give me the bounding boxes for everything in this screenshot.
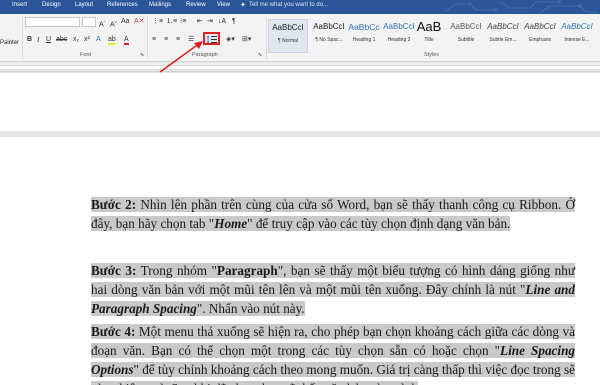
tab-references[interactable]: References: [107, 2, 138, 8]
increase-indent-icon[interactable]: ⇥: [207, 18, 213, 26]
bullets-icon[interactable]: ⋮≡: [152, 18, 163, 26]
font-color-icon[interactable]: A: [124, 36, 129, 45]
font-dialog-launcher-icon[interactable]: ⬊: [140, 52, 144, 58]
shading-icon[interactable]: ◈▾: [226, 36, 235, 44]
grow-font-icon[interactable]: A^: [99, 18, 106, 29]
line-spacing-icon: [206, 35, 217, 44]
style-normal[interactable]: AaBbCcI ¶ Normal: [268, 19, 308, 53]
font-group-label: Font: [80, 52, 92, 58]
group-divider: [22, 17, 23, 59]
style-subtle-emphasis[interactable]: AaBbCcI Subtle Em...: [483, 19, 523, 53]
font-name-combo[interactable]: [25, 17, 80, 27]
paragraph-step-4: Bước 4: Một menu thả xuống sẽ hiện ra, c…: [91, 322, 576, 385]
justify-icon[interactable]: ☰: [188, 36, 194, 44]
step-label: Bước 3:: [91, 263, 137, 278]
home-ribbon: Painter A^ Av Aa A✕ B I U abc x₂ x² A ab…: [0, 14, 600, 62]
document-page-2[interactable]: Bước 2: Nhìn lên phần trên cùng của cửa …: [0, 137, 600, 385]
subscript-icon[interactable]: x₂: [73, 36, 79, 44]
paragraph-step-3: Bước 3: Trong nhóm "Paragraph", bạn sẽ t…: [91, 263, 575, 316]
decrease-indent-icon[interactable]: ⇤: [197, 18, 203, 26]
align-center-icon[interactable]: ≡: [164, 36, 168, 44]
tab-design[interactable]: Design: [42, 2, 61, 8]
horizontal-ruler[interactable]: [0, 63, 600, 78]
tab-layout[interactable]: Layout: [75, 2, 93, 8]
clear-formatting-icon[interactable]: A✕: [134, 18, 145, 26]
show-hide-marks-icon[interactable]: ¶: [232, 18, 236, 26]
superscript-icon[interactable]: x²: [84, 36, 90, 44]
change-case-icon[interactable]: Aa: [121, 18, 130, 26]
ruler-track: [0, 65, 600, 78]
style-subtitle[interactable]: AaBbCcI Subtitle: [446, 19, 486, 53]
styles-group-label: Styles: [424, 52, 439, 58]
circuit-pattern-decoration: [444, 0, 598, 14]
align-left-icon[interactable]: ≡: [152, 36, 156, 44]
format-painter-button[interactable]: Painter: [0, 40, 19, 46]
style-intense-emphasis[interactable]: AaBbCcI Intense E...: [557, 19, 597, 53]
step-label: Bước 2:: [91, 197, 137, 212]
numbering-icon[interactable]: ⒈≡: [166, 18, 177, 26]
tab-mailings[interactable]: Mailings: [149, 2, 171, 8]
paragraph-dialog-launcher-icon[interactable]: ⬊: [258, 52, 262, 58]
align-right-icon[interactable]: ≡: [176, 36, 180, 44]
italic-icon[interactable]: I: [37, 36, 39, 44]
style-title[interactable]: AaB Title: [412, 19, 446, 53]
bold-icon[interactable]: B: [27, 36, 32, 44]
borders-icon[interactable]: ⊞▾: [242, 36, 251, 44]
shrink-font-icon[interactable]: Av: [110, 18, 117, 29]
tab-review[interactable]: Review: [186, 2, 206, 8]
sort-icon[interactable]: ↓A: [218, 18, 226, 26]
group-divider: [266, 17, 267, 59]
style-emphasis[interactable]: AaBbCcI Emphasis: [520, 19, 560, 53]
strikethrough-icon[interactable]: abc: [56, 36, 67, 44]
step-label: Bước 4:: [91, 324, 136, 339]
tab-view[interactable]: View: [217, 2, 230, 8]
document-page-1[interactable]: [0, 73, 600, 131]
paragraph-group-label: Paragraph: [192, 52, 218, 58]
multilevel-list-icon[interactable]: ⁝≡: [180, 18, 186, 26]
ribbon-tab-bar: Insert Design Layout References Mailings…: [0, 0, 600, 14]
paragraph-step-2: Bước 2: Nhìn lên phần trên cùng của cửa …: [91, 197, 575, 231]
text-effects-icon[interactable]: A: [96, 36, 101, 44]
style-heading-1[interactable]: AaBbCc Heading 1: [344, 19, 384, 53]
lightbulb-icon: ✦: [240, 2, 246, 9]
font-size-combo[interactable]: [82, 17, 96, 27]
highlight-color-icon[interactable]: ab: [108, 36, 116, 45]
tell-me-box[interactable]: Tell me what you want to do...: [249, 2, 328, 8]
underline-icon[interactable]: U: [46, 36, 51, 44]
tab-insert[interactable]: Insert: [12, 2, 27, 8]
line-and-paragraph-spacing-button[interactable]: [203, 32, 220, 45]
group-divider: [147, 17, 148, 59]
style-no-spacing[interactable]: AaBbCcI ¶ No Spac...: [309, 19, 349, 53]
